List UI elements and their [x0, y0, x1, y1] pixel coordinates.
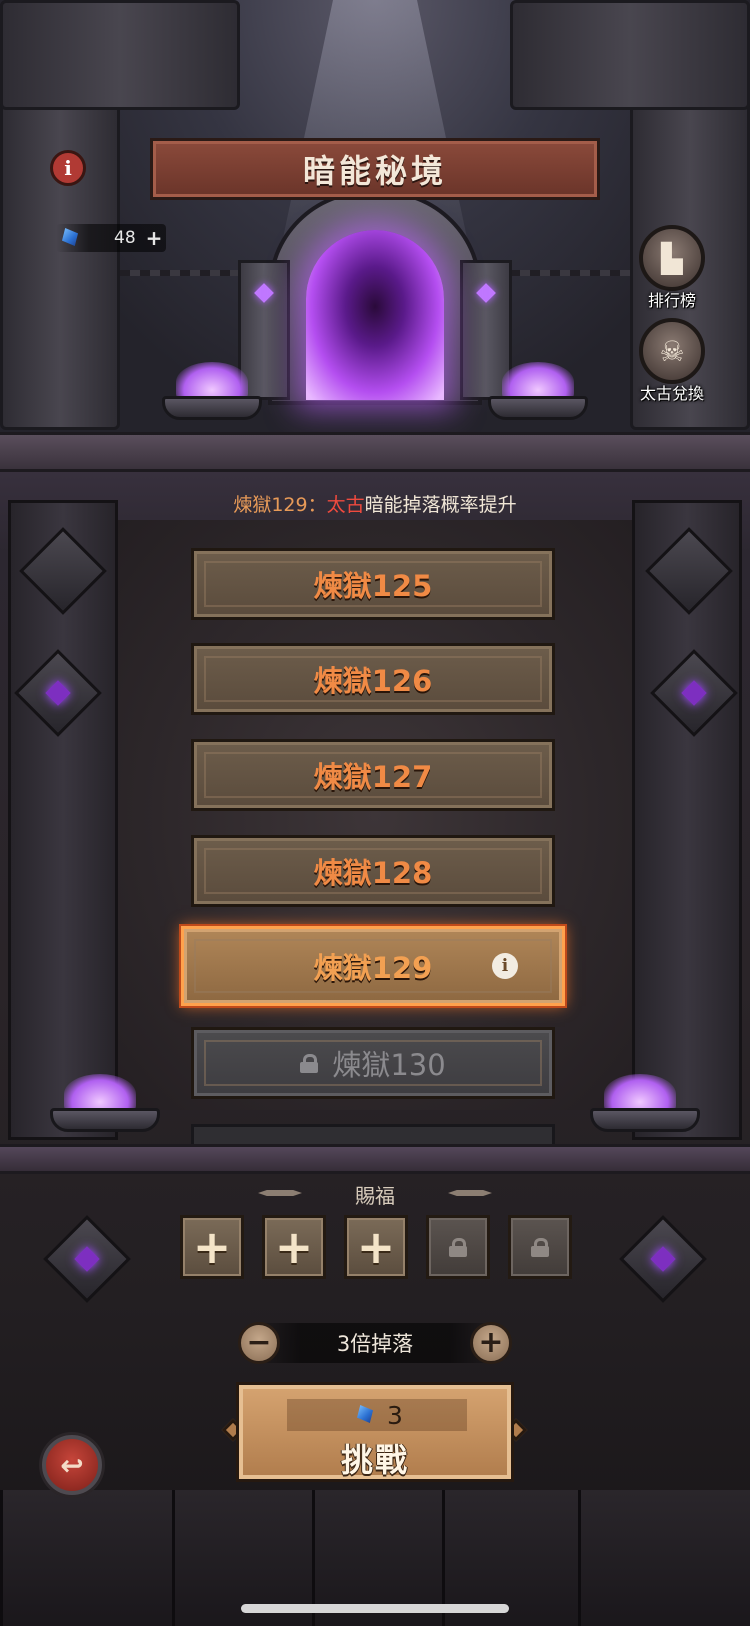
multiplier-text: 3倍掉落 — [336, 1332, 414, 1356]
challenge-button[interactable]: 3 挑戰 — [236, 1382, 514, 1482]
exchange-button[interactable]: ☠ 太古兌換 — [632, 318, 712, 413]
blessing-slot-1[interactable]: + — [180, 1215, 244, 1279]
notice-stage: 煉獄129： — [233, 494, 327, 516]
blessing-slot-5-locked[interactable] — [508, 1215, 572, 1279]
stage-126-button[interactable]: 煉獄126 — [191, 643, 555, 715]
home-indicator[interactable] — [241, 1604, 509, 1613]
leaderboard-label: 排行榜 — [647, 291, 696, 310]
skull-icon: ☠ — [639, 318, 705, 384]
right-divider-ornament — [448, 1190, 492, 1196]
lower-left-brazier — [50, 1072, 160, 1132]
lower-stone-ledge — [0, 1144, 750, 1174]
currency-display: 48 + — [56, 224, 166, 252]
stage-label: 煉獄127 — [313, 760, 433, 794]
leaderboard-button[interactable]: ▙ 排行榜 — [632, 225, 712, 320]
plus-icon: + — [274, 1220, 314, 1274]
floor-tile — [578, 1490, 750, 1626]
portal-gate — [228, 190, 522, 405]
floor-tile — [0, 1490, 172, 1626]
blessing-slot-3[interactable]: + — [344, 1215, 408, 1279]
blue-crystal-icon — [58, 226, 82, 250]
drop-multiplier: 3倍掉落 — [250, 1323, 500, 1363]
blessing-slot-2[interactable]: + — [262, 1215, 326, 1279]
lower-right-brazier — [590, 1072, 700, 1132]
brazier-bowl — [590, 1108, 700, 1132]
add-currency-button[interactable]: + — [146, 226, 163, 250]
stage-label: 煉獄130 — [332, 1048, 446, 1082]
blessing-slot-4-locked[interactable] — [426, 1215, 490, 1279]
right-chain — [510, 270, 630, 276]
upper-right-brazier — [488, 360, 588, 420]
back-button[interactable]: ↩ — [42, 1435, 102, 1495]
challenge-label: 挑戰 — [340, 1441, 409, 1479]
plus-icon: + — [356, 1220, 396, 1274]
brazier-bowl — [50, 1108, 160, 1132]
stage-info-icon[interactable]: i — [492, 953, 518, 979]
plus-icon: + — [192, 1220, 232, 1274]
challenge-cost-value: 3 — [387, 1400, 403, 1430]
page-title: 暗能秘境 — [302, 152, 447, 190]
notice-text: 暗能掉落概率提升 — [364, 494, 517, 516]
back-arrow-icon: ↩ — [60, 1448, 84, 1482]
stage-label: 煉獄126 — [313, 664, 433, 698]
stage-130-button[interactable]: 煉獄130 — [191, 1027, 555, 1099]
stage-label: 煉獄128 — [313, 856, 433, 890]
blessing-slots: + + + — [180, 1215, 572, 1279]
title-plaque: 暗能秘境 — [150, 138, 600, 200]
bottom-left-gem-ornament — [43, 1215, 131, 1303]
lock-icon — [300, 1054, 319, 1073]
stage-125-button[interactable]: 煉獄125 — [191, 548, 555, 620]
lock-icon — [449, 1238, 467, 1257]
bottom-right-gem-ornament — [619, 1215, 707, 1303]
stage-label: 煉獄129 — [313, 951, 433, 985]
purple-portal — [306, 230, 444, 400]
brazier-bowl — [488, 396, 588, 420]
challenge-cost: 3 — [287, 1399, 467, 1431]
game-scene: 暗能秘境 i 48 + ▙ 排行榜 ☠ 太古兌換 煉獄129：太古暗能掉落概率提… — [0, 0, 750, 1626]
currency-value: 48 — [114, 228, 136, 248]
blessing-title: 賜福 — [355, 1184, 395, 1208]
right-beam — [510, 0, 750, 110]
left-chain — [120, 270, 240, 276]
podium-icon: ▙ — [639, 225, 705, 291]
notice-highlight: 太古 — [326, 494, 365, 516]
upper-left-brazier — [162, 360, 262, 420]
decrease-multiplier-button[interactable]: − — [238, 1322, 280, 1364]
increase-multiplier-button[interactable]: + — [470, 1322, 512, 1364]
brazier-bowl — [162, 396, 262, 420]
next-stage-peek — [191, 1124, 555, 1144]
stone-ledge — [0, 432, 750, 472]
left-beam — [0, 0, 240, 110]
exchange-label: 太古兌換 — [639, 384, 704, 403]
info-button[interactable]: i — [50, 150, 86, 186]
lock-icon — [531, 1238, 549, 1257]
stage-128-button[interactable]: 煉獄128 — [191, 835, 555, 907]
stage-label: 煉獄125 — [313, 569, 433, 603]
info-icon: i — [64, 156, 72, 180]
blue-crystal-icon — [353, 1403, 377, 1427]
stage-127-button[interactable]: 煉獄127 — [191, 739, 555, 811]
stage-129-button[interactable]: 煉獄129 i — [181, 926, 565, 1006]
